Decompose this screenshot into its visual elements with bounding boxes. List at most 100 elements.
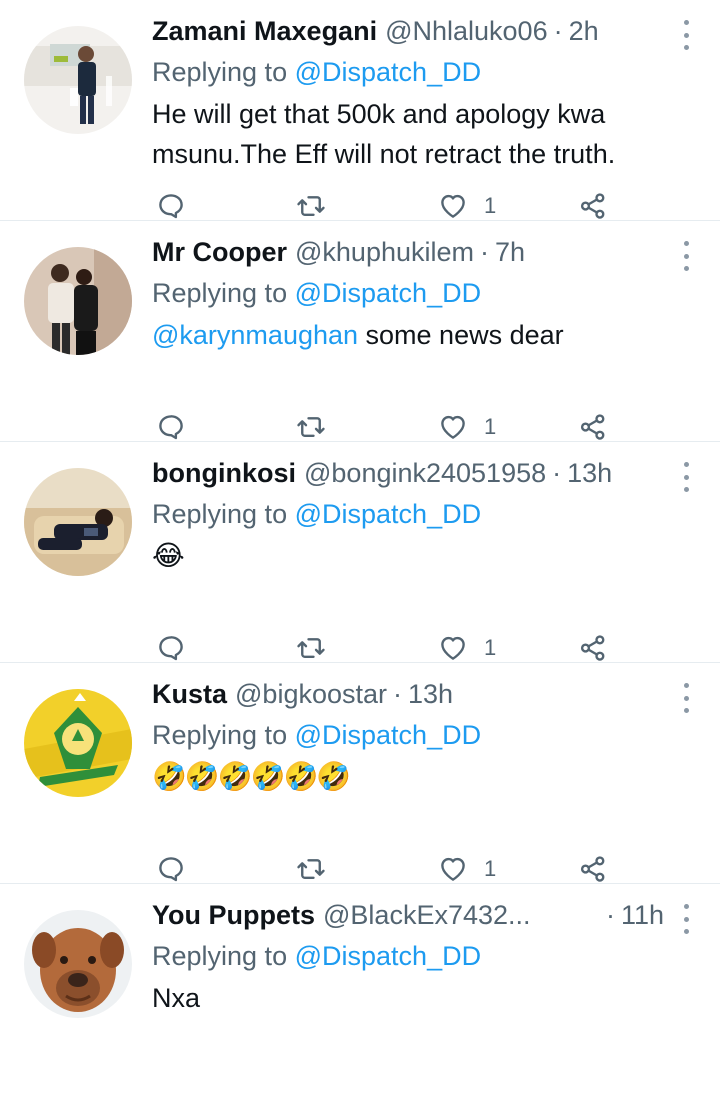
share-button[interactable] (578, 630, 608, 666)
more-dot (683, 45, 689, 50)
tweet-content: bonginkosi @bongink24051958 · 13h Replyi… (152, 454, 664, 576)
like-count: 1 (484, 193, 497, 218)
more-dot (683, 708, 689, 713)
reply-button[interactable] (156, 630, 186, 666)
replying-to: Replying to @Dispatch_DD (152, 50, 664, 94)
avatar-photo-icon (24, 468, 132, 576)
avatar-photo-icon (24, 247, 132, 355)
more-dot (683, 32, 689, 38)
tweet[interactable]: bonginkosi @bongink24051958 · 13h Replyi… (0, 442, 720, 663)
tweet-header: bonginkosi @bongink24051958 · 13h (152, 454, 664, 492)
more-options-button[interactable] (680, 904, 692, 934)
replying-to-mention[interactable]: @Dispatch_DD (295, 278, 481, 308)
tweet[interactable]: Mr Cooper @khuphukilem · 7h Replying to … (0, 221, 720, 442)
more-options-button[interactable] (680, 241, 692, 271)
reply-icon (159, 415, 183, 440)
retweet-button[interactable] (296, 851, 326, 887)
like-button[interactable]: 1 (438, 630, 496, 666)
replying-to: Replying to @Dispatch_DD (152, 271, 664, 315)
more-options-button[interactable] (680, 683, 692, 713)
tweet-text: 🤣🤣🤣🤣🤣🤣 (152, 761, 351, 792)
heart-icon (441, 857, 465, 881)
football-club-badge-icon (24, 689, 132, 797)
like-button[interactable]: 1 (438, 851, 496, 887)
separator-dot: · (553, 16, 563, 46)
retweet-icon (297, 417, 325, 437)
author-handle[interactable]: @khuphukilem (295, 233, 474, 271)
tweet-actions: 1 (152, 851, 622, 887)
retweet-icon (297, 859, 325, 879)
share-icon (580, 856, 605, 882)
more-dot (683, 487, 689, 492)
replying-to-mention[interactable]: @Dispatch_DD (295, 941, 481, 971)
timestamp[interactable]: 7h (495, 233, 525, 271)
share-button[interactable] (578, 409, 608, 445)
separator-dot: · (393, 679, 402, 709)
like-button[interactable]: 1 (438, 409, 496, 445)
replying-to-mention[interactable]: @Dispatch_DD (295, 57, 481, 87)
share-button[interactable] (578, 188, 608, 224)
author-handle[interactable]: @Nhlaluko06 (385, 12, 548, 50)
like-count: 1 (484, 635, 497, 660)
retweet-button[interactable] (296, 630, 326, 666)
replying-to: Replying to @Dispatch_DD (152, 713, 664, 757)
share-icon (580, 635, 605, 661)
tweet-actions: 1 (152, 188, 622, 224)
tweet[interactable]: Zamani Maxegani @Nhlaluko06 · 2h Replyin… (0, 0, 720, 221)
share-icon (580, 414, 605, 440)
heart-icon (441, 194, 465, 218)
replying-prefix: Replying to (152, 278, 288, 308)
author-handle[interactable]: @BlackEx7432... (323, 896, 531, 934)
avatar[interactable] (24, 247, 132, 355)
tweet-text: @karynmaughan some news dear (152, 315, 664, 355)
share-button[interactable] (578, 851, 608, 887)
author-handle[interactable]: @bigkoostar (235, 675, 387, 713)
tweet-content: Zamani Maxegani @Nhlaluko06 · 2h Replyin… (152, 12, 664, 174)
tweet-actions: 1 (152, 630, 622, 666)
reply-button[interactable] (156, 188, 186, 224)
body-mention[interactable]: @karynmaughan (152, 320, 358, 350)
retweet-icon (297, 196, 325, 216)
more-dot (683, 266, 689, 271)
more-dot (683, 253, 689, 259)
replying-prefix: Replying to (152, 499, 288, 529)
tweet-header: Kusta @bigkoostar · 13h (152, 675, 664, 713)
tweet[interactable]: You Puppets @BlackEx7432... · 11h Replyi… (0, 884, 720, 1105)
more-dot (683, 916, 689, 922)
reply-button[interactable] (156, 851, 186, 887)
more-dots-icon (683, 241, 689, 246)
avatar[interactable] (24, 26, 132, 134)
replying-to-mention[interactable]: @Dispatch_DD (295, 720, 481, 750)
author-name[interactable]: bonginkosi (152, 454, 296, 492)
separator-dot: · (605, 900, 615, 930)
author-handle[interactable]: @bongink24051958 (304, 454, 546, 492)
avatar[interactable] (24, 468, 132, 576)
retweet-button[interactable] (296, 188, 326, 224)
replying-to-mention[interactable]: @Dispatch_DD (295, 499, 481, 529)
author-name[interactable]: Mr Cooper (152, 233, 287, 271)
like-count: 1 (484, 414, 497, 439)
more-dot (683, 695, 689, 701)
separator-dot: · (480, 237, 489, 267)
heart-icon (441, 636, 465, 660)
avatar[interactable] (24, 910, 132, 1018)
more-options-button[interactable] (680, 462, 692, 492)
tweet-text: He will get that 500k and apology kwa ms… (152, 99, 616, 169)
more-options-button[interactable] (680, 20, 692, 50)
timestamp[interactable]: 2h (569, 12, 599, 50)
timestamp[interactable]: 11h (621, 896, 664, 934)
author-name[interactable]: You Puppets (152, 896, 315, 934)
avatar[interactable] (24, 689, 132, 797)
reply-icon (159, 857, 183, 882)
timestamp[interactable]: 13h (567, 454, 612, 492)
timestamp[interactable]: 13h (408, 675, 453, 713)
tweet-header: You Puppets @BlackEx7432... · 11h (152, 896, 664, 934)
author-name[interactable]: Zamani Maxegani (152, 12, 377, 50)
replying-prefix: Replying to (152, 720, 288, 750)
reply-button[interactable] (156, 409, 186, 445)
author-name[interactable]: Kusta (152, 675, 227, 713)
reply-icon (159, 194, 183, 219)
like-button[interactable]: 1 (438, 188, 496, 224)
tweet[interactable]: Kusta @bigkoostar · 13h Replying to @Dis… (0, 663, 720, 884)
retweet-button[interactable] (296, 409, 326, 445)
